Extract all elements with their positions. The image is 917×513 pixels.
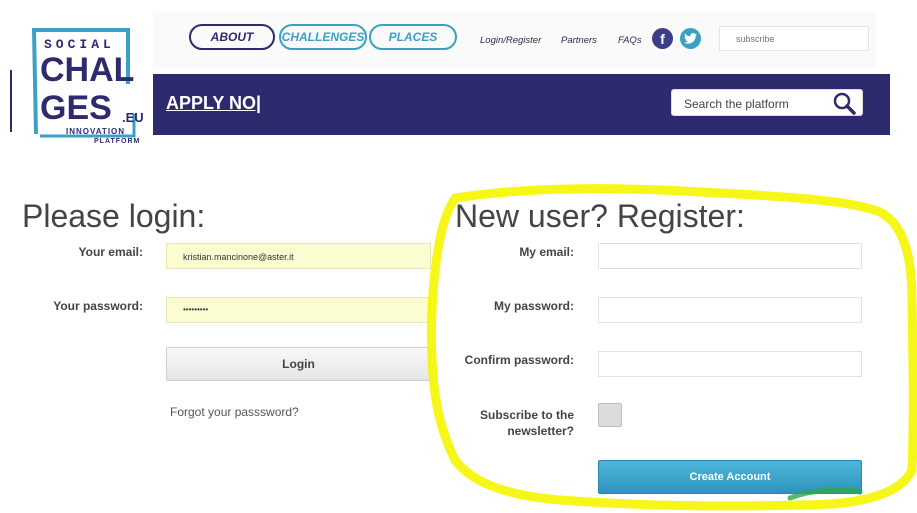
logo-sub2: PLATFORM <box>94 138 140 145</box>
subscribe-label-line1: Subscribe to the <box>479 408 574 422</box>
register-password-input[interactable] <box>598 297 862 323</box>
login-button[interactable]: Login <box>166 347 431 381</box>
twitter-bird-glyph <box>684 33 697 44</box>
logo-line1: SOCIAL <box>44 37 115 52</box>
login-email-label: Your email: <box>78 245 143 259</box>
register-confirm-label: Confirm password: <box>464 353 574 367</box>
logo-graphic: SOCIAL CHAL GES .EU INNOVATION PLATFORM <box>31 28 144 145</box>
apply-now-link[interactable]: APPLY NO| <box>166 93 261 114</box>
logo-sub1: INNOVATION <box>66 127 125 136</box>
login-password-label: Your password: <box>53 299 143 313</box>
logo-divider <box>10 70 12 132</box>
forgot-password-link[interactable]: Forgot your passsword? <box>170 405 299 419</box>
subscribe-newsletter-label: Subscribe to the newsletter? <box>440 407 574 439</box>
header-bar: APPLY NO| Search the platform <box>153 74 890 135</box>
nav-about-button[interactable]: ABOUT <box>189 24 275 50</box>
nav-places-button[interactable]: PLACES <box>369 24 457 50</box>
nav-login-register-link[interactable]: Login/Register <box>480 35 541 46</box>
subscribe-label-line2: newsletter? <box>507 424 574 438</box>
register-email-input[interactable] <box>598 243 862 269</box>
login-password-input[interactable]: ••••••••• <box>166 297 431 323</box>
search-input[interactable]: Search the platform <box>684 97 789 111</box>
subscribe-input[interactable] <box>719 26 869 51</box>
register-password-label: My password: <box>493 299 574 313</box>
search-box[interactable]: Search the platform <box>671 89 863 116</box>
register-title: New user? Register: <box>455 198 745 234</box>
login-title: Please login: <box>22 198 206 234</box>
login-email-input[interactable]: kristian.mancinone@aster.it <box>166 243 431 269</box>
nav-challenges-button[interactable]: CHALLENGES <box>279 24 367 50</box>
facebook-icon[interactable]: f <box>652 28 673 49</box>
site-logo[interactable]: SOCIAL CHAL GES .EU INNOVATION PLATFORM <box>10 24 150 145</box>
nav-partners-link[interactable]: Partners <box>561 35 597 46</box>
register-email-label: My email: <box>519 245 574 259</box>
create-account-button[interactable]: Create Account <box>598 460 862 494</box>
logo-line2: CHAL <box>40 51 134 89</box>
logo-tld: .EU <box>122 110 144 125</box>
register-confirm-input[interactable] <box>598 351 862 377</box>
nav-faqs-link[interactable]: FAQs <box>618 35 642 46</box>
twitter-icon[interactable] <box>680 28 701 49</box>
newsletter-checkbox[interactable] <box>598 403 622 427</box>
search-icon[interactable] <box>832 91 856 115</box>
logo-line4: GES <box>40 89 112 127</box>
top-navigation: ABOUT CHALLENGES PLACES Login/Register P… <box>153 12 876 68</box>
